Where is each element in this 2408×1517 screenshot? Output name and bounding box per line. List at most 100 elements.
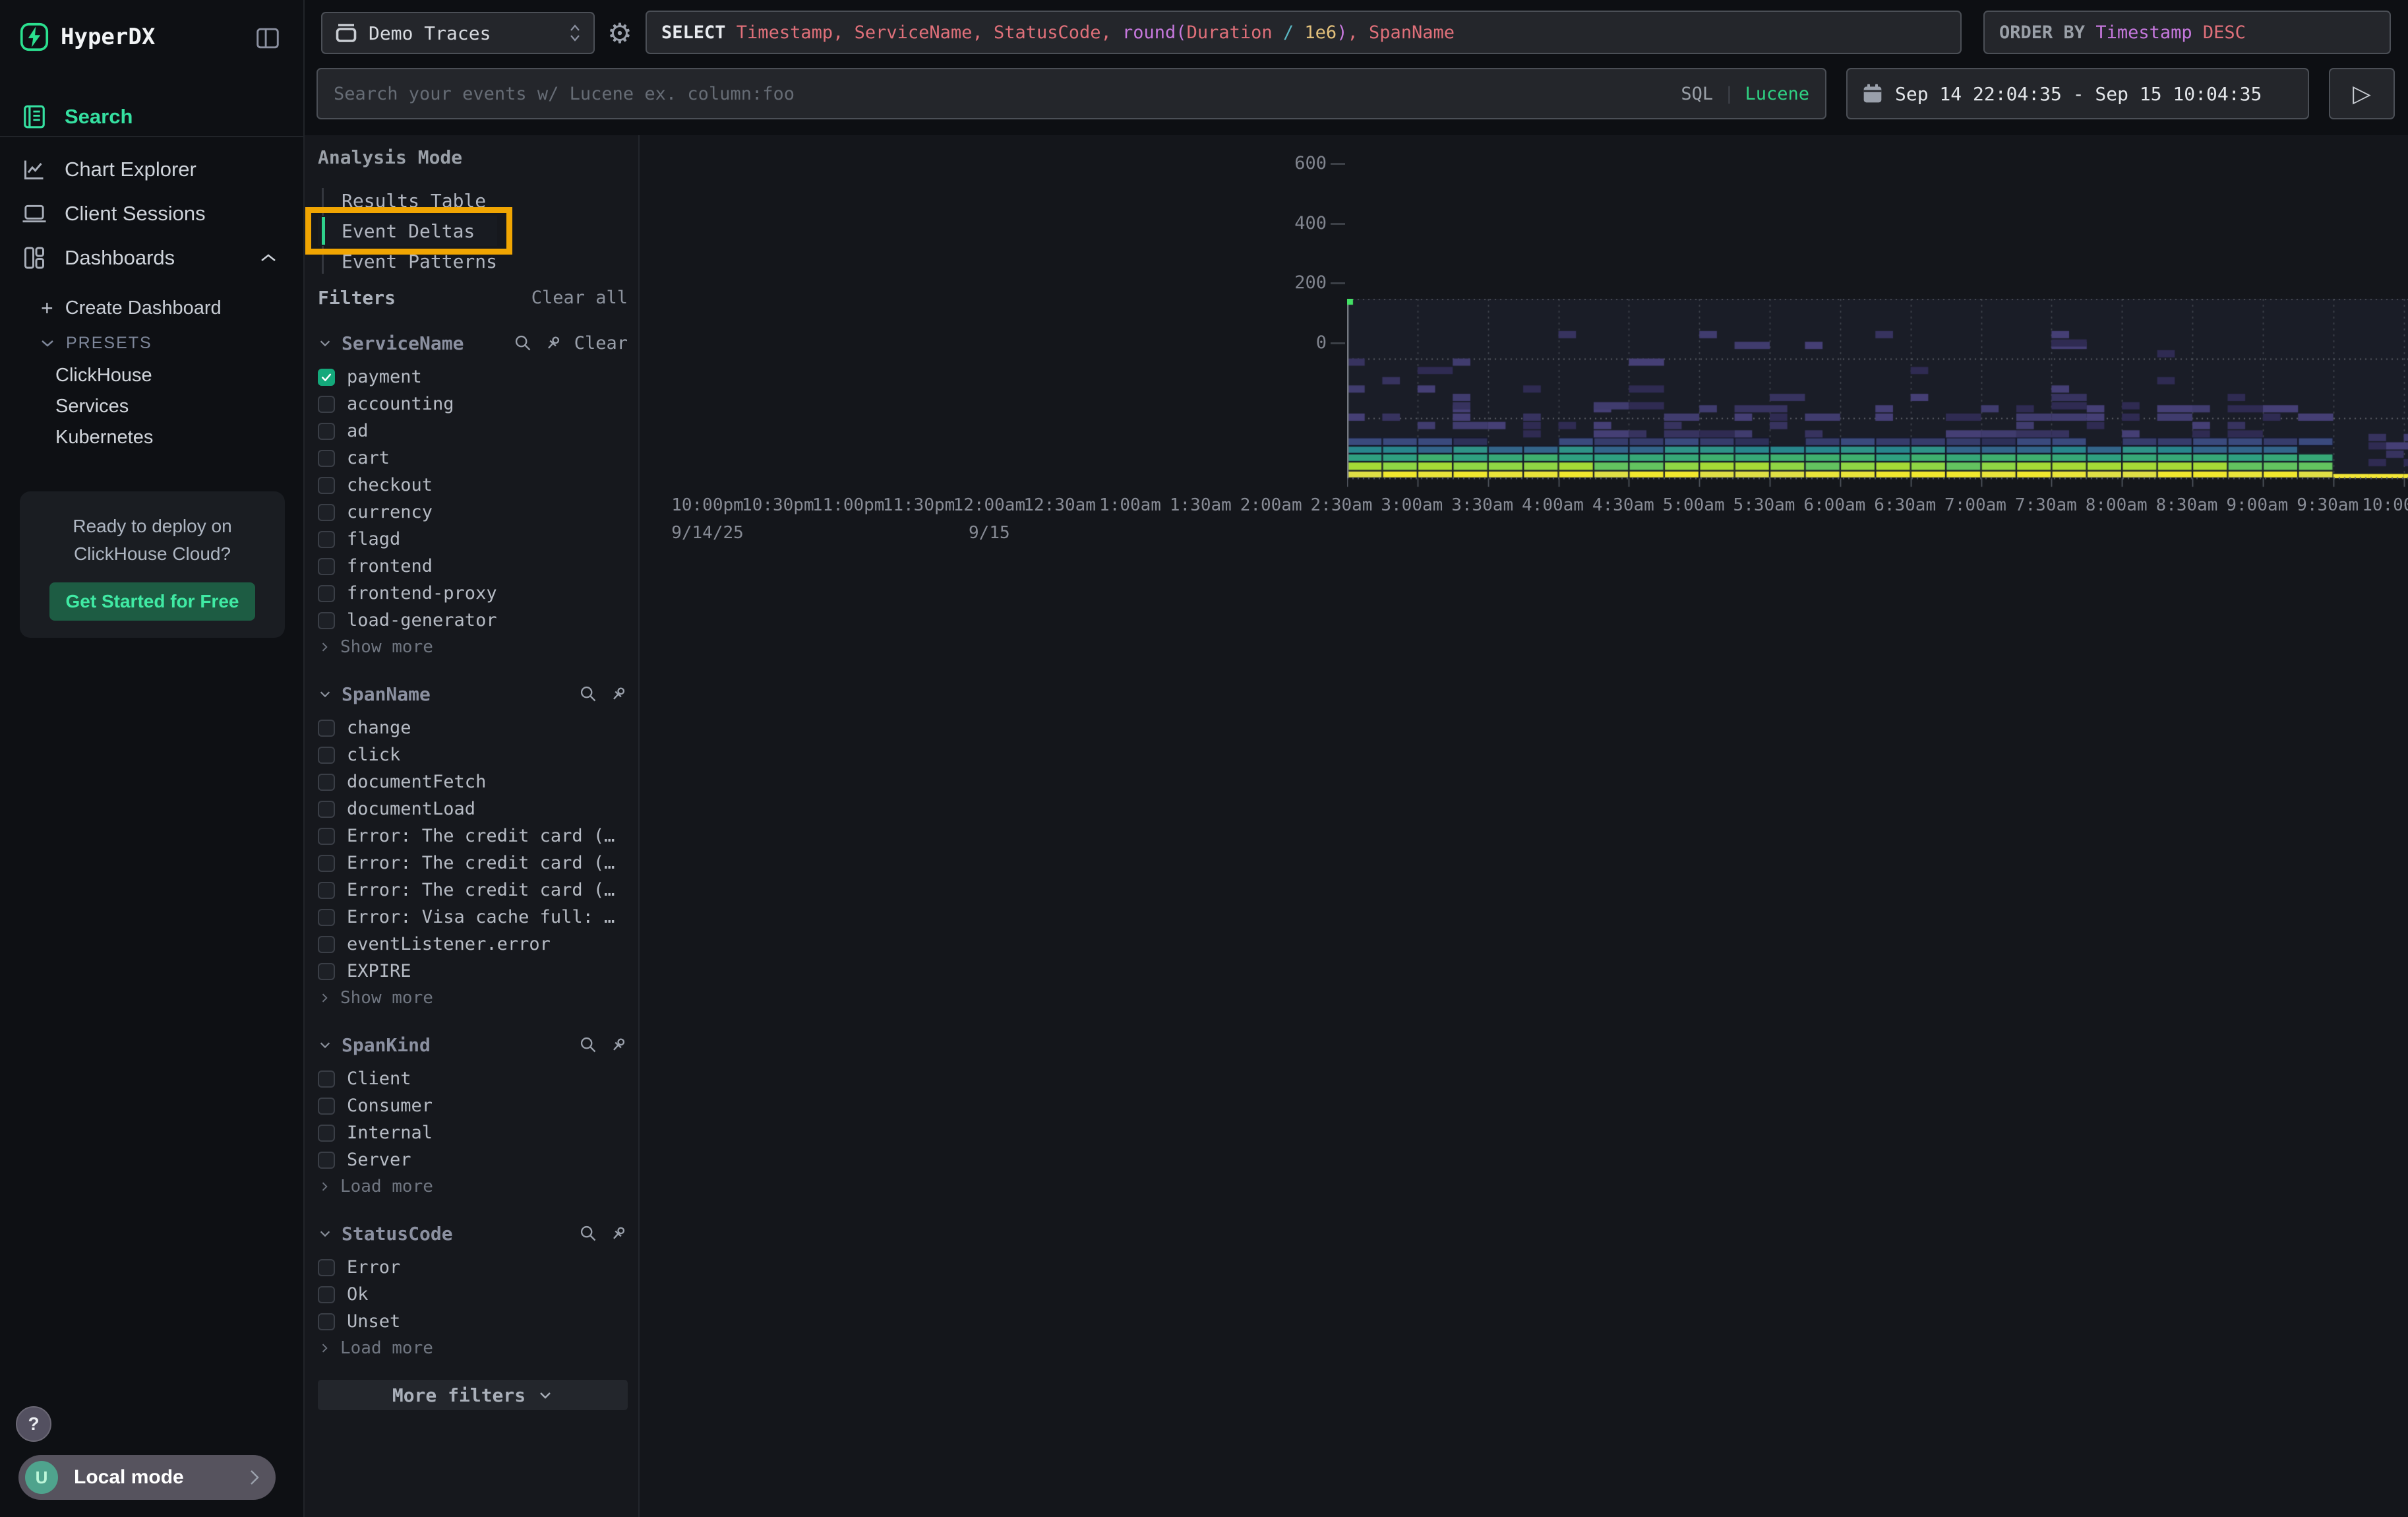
- get-started-button[interactable]: Get Started for Free: [49, 582, 255, 621]
- checkbox[interactable]: [318, 1125, 335, 1142]
- filter-option-accounting[interactable]: accounting: [318, 390, 628, 418]
- checkbox[interactable]: [318, 1286, 335, 1303]
- source-selector[interactable]: Demo Traces: [321, 12, 595, 54]
- clear-all-button[interactable]: Clear all: [531, 288, 628, 308]
- filter-option-error[interactable]: Error: [318, 1254, 628, 1281]
- chevron-right-icon[interactable]: [318, 1180, 331, 1193]
- filter-option-change[interactable]: change: [318, 714, 628, 741]
- checkbox[interactable]: [318, 423, 335, 440]
- time-range-picker[interactable]: Sep 14 22:04:35 - Sep 15 10:04:35: [1846, 68, 2309, 119]
- filter-option-internal[interactable]: Internal: [318, 1119, 628, 1146]
- checkbox[interactable]: [318, 1259, 335, 1276]
- checkbox[interactable]: [318, 612, 335, 629]
- gear-icon[interactable]: ⚙: [603, 15, 637, 51]
- help-button[interactable]: ?: [16, 1406, 51, 1442]
- analysis-option-results-table[interactable]: Results Table: [318, 185, 497, 216]
- load-more-button[interactable]: Load more: [318, 1173, 628, 1200]
- filter-option-documentload[interactable]: documentLoad: [318, 795, 628, 822]
- search-icon[interactable]: [579, 1036, 597, 1054]
- search-icon[interactable]: [579, 1224, 597, 1243]
- sidebar-item-kubernetes[interactable]: Kubernetes: [0, 421, 303, 453]
- sidebar-item-client-sessions[interactable]: Client Sessions: [0, 195, 303, 233]
- checkbox[interactable]: [318, 1313, 335, 1330]
- checkbox[interactable]: [318, 774, 335, 791]
- filter-option-load-generator[interactable]: load-generator: [318, 607, 628, 634]
- chevron-down-icon[interactable]: [318, 336, 332, 350]
- sidebar-item-services[interactable]: Services: [0, 390, 303, 422]
- checkbox[interactable]: [318, 936, 335, 953]
- filter-option-flagd[interactable]: flagd: [318, 526, 628, 553]
- checkbox[interactable]: [318, 801, 335, 818]
- presets-toggle[interactable]: PRESETS: [0, 327, 303, 359]
- checkbox[interactable]: [318, 828, 335, 845]
- pin-icon[interactable]: [544, 334, 562, 352]
- chevron-right-icon[interactable]: [318, 1342, 331, 1355]
- filter-option-client[interactable]: Client: [318, 1065, 628, 1092]
- checkbox[interactable]: [318, 585, 335, 602]
- filter-group-name[interactable]: SpanKind: [342, 1034, 570, 1056]
- checkbox[interactable]: [318, 531, 335, 548]
- filter-option-checkout[interactable]: checkout: [318, 472, 628, 499]
- sidebar-item-search[interactable]: Search: [0, 98, 303, 136]
- search-icon[interactable]: [514, 334, 532, 352]
- filter-option-ad[interactable]: ad: [318, 418, 628, 445]
- event-deltas-heatmap[interactable]: [1347, 299, 2408, 490]
- chevron-down-icon[interactable]: [537, 1387, 553, 1403]
- filter-option-error-the-credit-card-[interactable]: Error: The credit card (…: [318, 822, 628, 850]
- filter-option-error-the-credit-card-[interactable]: Error: The credit card (…: [318, 850, 628, 877]
- run-query-button[interactable]: ▷: [2329, 68, 2395, 119]
- filter-option-cart[interactable]: cart: [318, 445, 628, 472]
- filter-option-click[interactable]: click: [318, 741, 628, 768]
- filter-option-frontend[interactable]: frontend: [318, 553, 628, 580]
- checkbox[interactable]: [318, 855, 335, 872]
- checkbox[interactable]: [318, 720, 335, 737]
- clear-group-button[interactable]: Clear: [574, 333, 628, 354]
- pin-icon[interactable]: [609, 685, 628, 703]
- search-input[interactable]: Search your events w/ Lucene ex. column:…: [316, 68, 1826, 119]
- sidebar-item-clickhouse[interactable]: ClickHouse: [0, 359, 303, 391]
- checkbox[interactable]: [318, 450, 335, 467]
- checkbox[interactable]: [318, 396, 335, 413]
- chevron-right-icon[interactable]: [318, 640, 331, 654]
- filter-option-frontend-proxy[interactable]: frontend-proxy: [318, 580, 628, 607]
- lucene-mode-button[interactable]: Lucene: [1745, 84, 1809, 104]
- load-more-button[interactable]: Load more: [318, 1335, 628, 1361]
- analysis-option-event-deltas[interactable]: Event Deltas: [318, 216, 497, 246]
- checkbox[interactable]: [318, 747, 335, 764]
- filter-group-name[interactable]: SpanName: [342, 683, 570, 705]
- checkbox[interactable]: [318, 1152, 335, 1169]
- select-query-input[interactable]: SELECT Timestamp, ServiceName, StatusCod…: [646, 11, 1962, 54]
- user-menu[interactable]: U Local mode: [18, 1455, 276, 1500]
- checkbox[interactable]: [318, 963, 335, 980]
- checkbox[interactable]: [318, 1098, 335, 1115]
- filter-option-expire[interactable]: EXPIRE: [318, 958, 628, 985]
- filter-option-documentfetch[interactable]: documentFetch: [318, 768, 628, 795]
- pin-icon[interactable]: [609, 1036, 628, 1054]
- filter-option-eventlistener-error[interactable]: eventListener.error: [318, 931, 628, 958]
- sidebar-collapse-icon[interactable]: [256, 28, 280, 49]
- sidebar-item-dashboards[interactable]: Dashboards: [0, 239, 303, 277]
- filter-option-ok[interactable]: Ok: [318, 1281, 628, 1308]
- chevron-down-icon[interactable]: [318, 687, 332, 701]
- filter-option-error-visa-cache-full-[interactable]: Error: Visa cache full: …: [318, 904, 628, 931]
- show-more-button[interactable]: Show more: [318, 985, 628, 1011]
- chevron-down-icon[interactable]: [318, 1226, 332, 1241]
- filter-option-unset[interactable]: Unset: [318, 1308, 628, 1335]
- checkbox[interactable]: [318, 882, 335, 899]
- checkbox[interactable]: [318, 558, 335, 575]
- checkbox[interactable]: [318, 1070, 335, 1088]
- filter-option-payment[interactable]: payment: [318, 363, 628, 390]
- filter-option-currency[interactable]: currency: [318, 499, 628, 526]
- filter-option-error-the-credit-card-[interactable]: Error: The credit card (…: [318, 877, 628, 904]
- create-dashboard-button[interactable]: + Create Dashboard: [0, 292, 303, 324]
- checkbox[interactable]: [318, 909, 335, 926]
- checkbox[interactable]: [318, 477, 335, 494]
- search-icon[interactable]: [579, 685, 597, 703]
- chevron-right-icon[interactable]: [318, 991, 331, 1005]
- chevron-down-icon[interactable]: [318, 1037, 332, 1052]
- show-more-button[interactable]: Show more: [318, 634, 628, 660]
- sql-mode-button[interactable]: SQL: [1681, 84, 1713, 104]
- analysis-option-event-patterns[interactable]: Event Patterns: [318, 246, 497, 276]
- checkbox[interactable]: [318, 504, 335, 521]
- logo[interactable]: HyperDX: [20, 22, 155, 51]
